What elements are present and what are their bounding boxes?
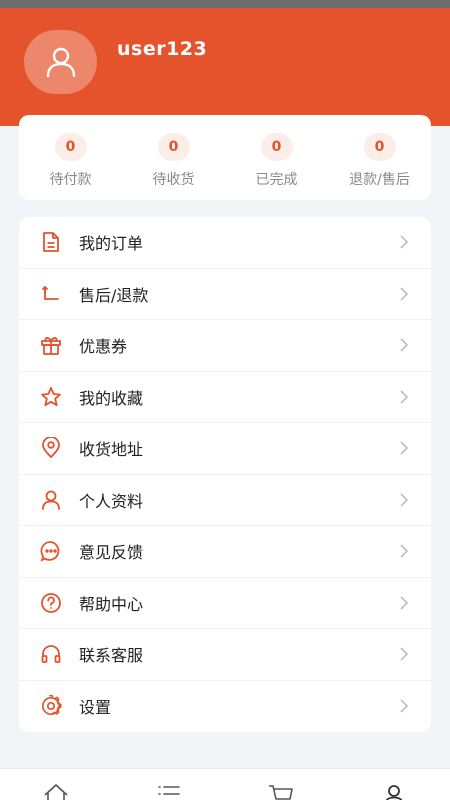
chevron-right-icon — [400, 390, 409, 404]
count-badge: 0 — [363, 133, 396, 161]
tab-home[interactable] — [0, 769, 113, 800]
gear-icon — [40, 695, 62, 717]
chevron-right-icon — [400, 596, 409, 610]
menu-item-favorites[interactable]: 我的收藏 — [19, 372, 431, 423]
order-label: 退款/售后 — [349, 172, 410, 188]
question-icon — [40, 592, 62, 614]
home-icon — [44, 784, 68, 800]
profile-header: user123 — [0, 8, 450, 126]
chevron-right-icon — [400, 235, 409, 249]
menu-label: 售后/退款 — [79, 285, 149, 305]
count-badge: 0 — [54, 133, 87, 161]
user-icon — [385, 785, 403, 800]
chevron-right-icon — [400, 699, 409, 713]
menu-list: 我的订单 售后/退款 优惠券 我的收藏 收货地址 个人资料 意见反馈 帮助中心 … — [19, 217, 431, 732]
chevron-right-icon — [400, 544, 409, 558]
chevron-right-icon — [400, 647, 409, 661]
user-icon — [40, 489, 62, 511]
count-badge: 0 — [260, 133, 293, 161]
chevron-right-icon — [400, 441, 409, 455]
document-icon — [40, 231, 62, 253]
tab-cart[interactable] — [225, 769, 338, 800]
menu-label: 个人资料 — [79, 491, 144, 511]
user-icon — [46, 47, 75, 78]
count-badge: 0 — [157, 133, 190, 161]
cart-icon — [269, 785, 294, 800]
menu-label: 设置 — [79, 698, 112, 718]
username: user123 — [117, 38, 208, 60]
order-status-card: 0 待付款 0 待收货 0 已完成 0 退款/售后 — [19, 115, 431, 200]
order-pending-receipt[interactable]: 0 待收货 — [122, 115, 225, 200]
order-refund[interactable]: 0 退款/售后 — [328, 115, 431, 200]
menu-label: 我的收藏 — [79, 388, 144, 408]
menu-item-settings[interactable]: 设置 — [19, 681, 431, 733]
menu-item-help-center[interactable]: 帮助中心 — [19, 578, 431, 629]
menu-item-customer-service[interactable]: 联系客服 — [19, 629, 431, 681]
menu-item-my-orders[interactable]: 我的订单 — [19, 217, 431, 269]
menu-item-address[interactable]: 收货地址 — [19, 423, 431, 475]
chevron-right-icon — [400, 287, 409, 301]
gift-icon — [40, 334, 62, 356]
order-label: 待付款 — [49, 172, 92, 188]
chevron-right-icon — [400, 338, 409, 352]
menu-label: 优惠券 — [79, 337, 128, 357]
location-pin-icon — [40, 437, 62, 459]
star-icon — [40, 386, 62, 408]
chat-bubble-icon — [40, 540, 62, 562]
headset-icon — [40, 643, 62, 665]
return-arrow-icon — [40, 283, 62, 305]
menu-label: 帮助中心 — [79, 594, 144, 614]
avatar[interactable] — [24, 30, 97, 94]
tab-categories[interactable] — [113, 769, 226, 800]
menu-label: 意见反馈 — [79, 543, 144, 563]
menu-item-after-sales[interactable]: 售后/退款 — [19, 269, 431, 320]
menu-item-feedback[interactable]: 意见反馈 — [19, 526, 431, 578]
menu-item-profile[interactable]: 个人资料 — [19, 475, 431, 526]
order-completed[interactable]: 0 已完成 — [225, 115, 328, 200]
order-label: 已完成 — [255, 172, 298, 188]
menu-item-coupons[interactable]: 优惠券 — [19, 320, 431, 372]
bottom-tab-bar — [0, 768, 450, 800]
tab-profile[interactable] — [338, 769, 450, 800]
menu-label: 联系客服 — [79, 646, 144, 666]
list-icon — [157, 786, 180, 795]
menu-label: 收货地址 — [79, 440, 144, 460]
order-pending-payment[interactable]: 0 待付款 — [19, 115, 122, 200]
order-label: 待收货 — [152, 172, 195, 188]
menu-label: 我的订单 — [79, 234, 144, 254]
chevron-right-icon — [400, 493, 409, 507]
status-strip — [0, 0, 450, 8]
